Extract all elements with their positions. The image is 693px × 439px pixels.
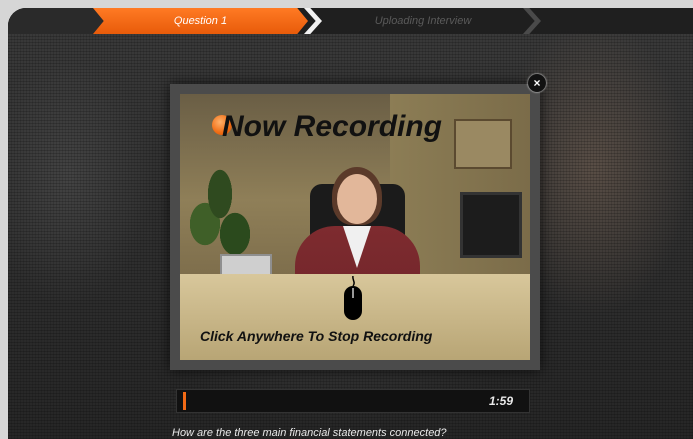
timer-progress-fill — [183, 392, 186, 410]
office-monitor — [460, 192, 522, 258]
video-preview[interactable]: Now Recording Click Anywhere To Stop Rec… — [180, 94, 530, 360]
mouse-icon — [344, 276, 362, 320]
question-text: How are the three main financial stateme… — [172, 427, 447, 439]
chevron-right-icon — [523, 8, 541, 34]
stop-recording-instruction[interactable]: Click Anywhere To Stop Recording — [200, 328, 520, 344]
step-question-1: Question 1 — [93, 8, 308, 34]
recording-timer-bar: 1:59 — [176, 389, 530, 413]
close-icon[interactable]: × — [528, 74, 546, 92]
recording-title: Now Recording — [222, 110, 443, 143]
recording-modal[interactable]: Now Recording Click Anywhere To Stop Rec… — [170, 84, 540, 370]
progress-steps-bar: Question 1 Uploading Interview — [8, 8, 693, 34]
steps-left-segment — [8, 8, 108, 34]
interview-window: Question 1 Uploading Interview Now Recor… — [8, 8, 693, 439]
timer-countdown: 1:59 — [488, 394, 513, 408]
step-uploading-interview: Uploading Interview — [374, 15, 472, 27]
